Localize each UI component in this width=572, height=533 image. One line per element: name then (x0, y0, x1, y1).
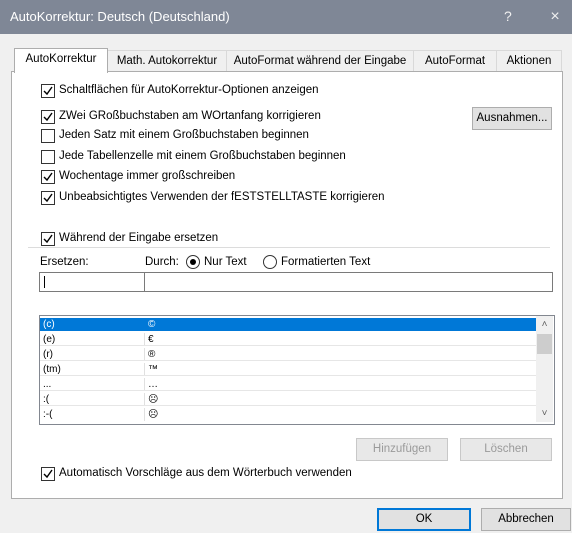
add-button[interactable]: Hinzufügen (356, 438, 448, 461)
two-caps-checkbox[interactable] (41, 110, 55, 124)
plain-text-radio[interactable] (186, 255, 200, 269)
weekdays-checkbox[interactable] (41, 170, 55, 184)
checkmark-icon (43, 193, 53, 203)
replace-input[interactable] (39, 272, 145, 292)
tab-autoformat[interactable]: AutoFormat (413, 50, 497, 72)
weekdays-label: Wochentage immer großschreiben (59, 170, 236, 182)
scrollbar-thumb[interactable] (537, 334, 552, 354)
chevron-up-icon[interactable]: ˄ (536, 316, 553, 333)
text-cursor (44, 276, 45, 288)
list-item[interactable]: :-( ☹ (40, 408, 536, 421)
list-item[interactable]: (c) © (40, 318, 536, 331)
cancel-button[interactable]: Abbrechen (481, 508, 571, 531)
table-cap-checkbox[interactable] (41, 150, 55, 164)
exceptions-button[interactable]: Ausnahmen... (472, 107, 552, 130)
help-button[interactable]: ? (504, 8, 512, 24)
list-item[interactable]: (tm) ™ (40, 363, 536, 376)
checkmark-icon (43, 112, 53, 122)
replace-while-typing-checkbox[interactable] (41, 232, 55, 246)
close-button[interactable]: × (543, 6, 567, 28)
replace-while-typing-label: Während der Eingabe ersetzen (59, 232, 223, 244)
list-item[interactable]: ... … (40, 378, 536, 391)
sentence-cap-label: Jeden Satz mit einem Großbuchstaben begi… (59, 129, 309, 141)
tab-autokorrektur[interactable]: AutoKorrektur (14, 48, 108, 73)
list-item[interactable]: (e) € (40, 333, 536, 346)
replace-label: Ersetzen: (40, 256, 89, 268)
show-buttons-label: Schaltflächen für AutoKorrektur-Optionen… (59, 84, 319, 96)
show-buttons-checkbox[interactable] (41, 84, 55, 98)
two-caps-label: ZWei GRoßbuchstaben am WOrtanfang korrig… (59, 110, 321, 122)
dictionary-suggestions-label: Automatisch Vorschläge aus dem Wörterbuc… (59, 467, 352, 479)
table-cap-label: Jede Tabellenzelle mit einem Großbuchsta… (59, 150, 346, 162)
checkmark-icon (43, 86, 53, 96)
checkmark-icon (43, 234, 53, 244)
capslock-checkbox[interactable] (41, 191, 55, 205)
ok-button[interactable]: OK (377, 508, 471, 531)
capslock-label: Unbeabsichtigtes Verwenden der fESTSTELL… (59, 191, 385, 203)
chevron-down-icon[interactable]: ˅ (536, 405, 553, 422)
group-divider (28, 247, 550, 248)
formatted-text-label: Formatierten Text (281, 256, 371, 268)
title-bar: AutoKorrektur: Deutsch (Deutschland) ? × (0, 0, 572, 34)
checkmark-icon (43, 172, 53, 182)
tab-aktionen[interactable]: Aktionen (496, 50, 562, 72)
tab-autoformat-eingabe[interactable]: AutoFormat während der Eingabe (226, 50, 414, 72)
plain-text-label: Nur Text (204, 256, 247, 268)
list-item[interactable]: (r) ® (40, 348, 536, 361)
checkmark-icon (43, 469, 53, 479)
dictionary-suggestions-checkbox[interactable] (41, 467, 55, 481)
with-label: Durch: (145, 256, 179, 268)
tab-math-autokorrektur[interactable]: Math. Autokorrektur (107, 50, 227, 72)
autocorrect-entry-list[interactable]: (c) © (e) € (r) ® (tm) ™ ... … :( ☹ :-( … (39, 315, 555, 425)
list-scrollbar[interactable]: ˄ ˅ (536, 316, 553, 422)
sentence-cap-checkbox[interactable] (41, 129, 55, 143)
with-input[interactable] (144, 272, 553, 292)
window-title: AutoKorrektur: Deutsch (Deutschland) (10, 9, 230, 24)
formatted-text-radio[interactable] (263, 255, 277, 269)
radio-dot (190, 259, 196, 265)
delete-button[interactable]: Löschen (460, 438, 552, 461)
list-item[interactable]: :( ☹ (40, 393, 536, 406)
